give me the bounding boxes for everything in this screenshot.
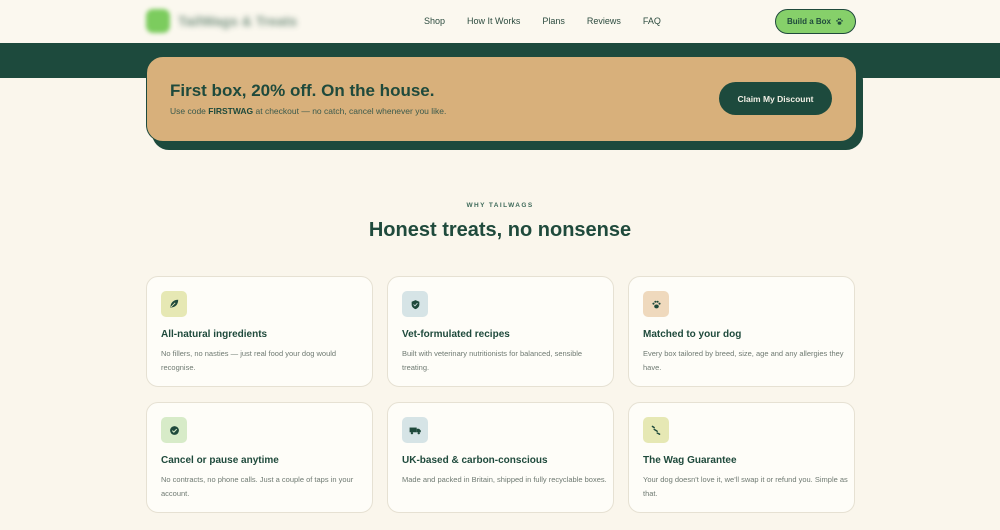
promo-sub-prefix: Use code xyxy=(170,106,209,116)
feature-icon-box xyxy=(402,291,428,317)
brand-name: TailWags & Treats xyxy=(178,13,298,29)
nav-links: Shop How It Works Plans Reviews FAQ xyxy=(424,16,661,26)
nav-link-reviews[interactable]: Reviews xyxy=(587,16,621,26)
feature-card-cancel: Cancel or pause anytime No contracts, no… xyxy=(146,402,373,513)
paw-icon xyxy=(836,18,843,25)
feature-description: Made and packed in Britain, shipped in f… xyxy=(402,475,607,484)
build-a-box-label: Build a Box xyxy=(786,17,831,26)
feature-title: UK-based & carbon-conscious xyxy=(402,455,548,466)
section-eyebrow: WHY TAILWAGS xyxy=(466,202,534,209)
nav-link-shop[interactable]: Shop xyxy=(424,16,445,26)
promo-title: First box, 20% off. On the house. xyxy=(170,81,435,100)
feature-description: Your dog doesn't love it, we'll swap it … xyxy=(643,475,848,498)
feature-description: No contracts, no phone calls. Just a cou… xyxy=(161,475,354,498)
promo-code: FIRSTWAG xyxy=(208,106,254,116)
promo-subtitle: Use code FIRSTWAG at checkout — no catch… xyxy=(170,106,446,116)
feature-card-guarantee: The Wag Guarantee Your dog doesn't love … xyxy=(628,402,855,513)
promo-banner: First box, 20% off. On the house. Use co… xyxy=(146,56,857,142)
feature-card-uk: UK-based & carbon-conscious Made and pac… xyxy=(387,402,614,513)
feature-title: All-natural ingredients xyxy=(161,329,268,340)
build-a-box-button[interactable]: Build a Box xyxy=(775,9,856,34)
feature-title: Cancel or pause anytime xyxy=(161,455,279,466)
feature-icon-box xyxy=(402,417,428,443)
feature-description: Every box tailored by breed, size, age a… xyxy=(643,349,844,372)
feature-icon-box xyxy=(643,417,669,443)
promo-sub-suffix: at checkout — no catch, cancel whenever … xyxy=(253,106,447,116)
nav-link-faq[interactable]: FAQ xyxy=(643,16,661,26)
nav-link-how-it-works[interactable]: How It Works xyxy=(467,16,520,26)
feature-description: No fillers, no nasties — just real food … xyxy=(161,349,337,372)
feature-title: Vet-formulated recipes xyxy=(402,329,510,340)
feature-card-natural: All-natural ingredients No fillers, no n… xyxy=(146,276,373,387)
section-title: Honest treats, no nonsense xyxy=(368,219,632,241)
feature-icon-box xyxy=(643,291,669,317)
feature-title: Matched to your dog xyxy=(643,329,742,340)
check-circle-icon xyxy=(169,425,179,435)
brand-logo[interactable]: TailWags & Treats xyxy=(146,9,297,33)
feature-card-vet: Vet-formulated recipes Built with veteri… xyxy=(387,276,614,387)
feature-icon-box xyxy=(161,291,187,317)
claim-discount-button[interactable]: Claim My Discount xyxy=(719,82,832,115)
shield-icon xyxy=(411,299,419,309)
nav-link-plans[interactable]: Plans xyxy=(542,16,565,26)
truck-icon xyxy=(409,427,421,434)
paw-icon xyxy=(651,300,661,308)
feature-icon-box xyxy=(161,417,187,443)
top-nav: TailWags & Treats Shop How It Works Plan… xyxy=(0,0,1000,43)
feature-description: Built with veterinary nutritionists for … xyxy=(402,349,583,372)
leaf-icon xyxy=(170,299,179,308)
bone-icon xyxy=(651,425,661,435)
feature-title: The Wag Guarantee xyxy=(643,455,737,466)
logo-mark-icon xyxy=(146,9,170,33)
feature-card-matched: Matched to your dog Every box tailored b… xyxy=(628,276,855,387)
